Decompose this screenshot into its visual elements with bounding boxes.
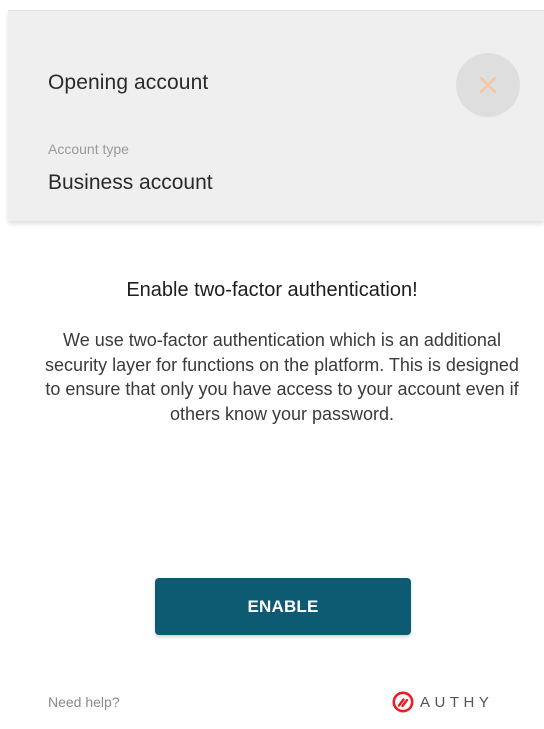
authy-logo: AUTHY [392,689,493,715]
close-icon [479,76,497,94]
authy-logo-icon [392,691,414,713]
dialog-title: Opening account [48,71,209,94]
need-help-link[interactable]: Need help? [48,694,120,710]
account-type-value: Business account [48,171,213,194]
two-factor-page: Opening account Account type Business ac… [0,0,544,729]
page-heading: Enable two-factor authentication! [126,279,418,301]
description-text: We use two-factor authentication which i… [45,330,519,424]
account-type-label: Account type [48,141,129,157]
authy-brand-text: AUTHY [420,693,494,711]
enable-button[interactable]: ENABLE [155,578,411,635]
close-button[interactable] [456,53,520,117]
dialog-header: Opening account Account type Business ac… [8,10,544,221]
